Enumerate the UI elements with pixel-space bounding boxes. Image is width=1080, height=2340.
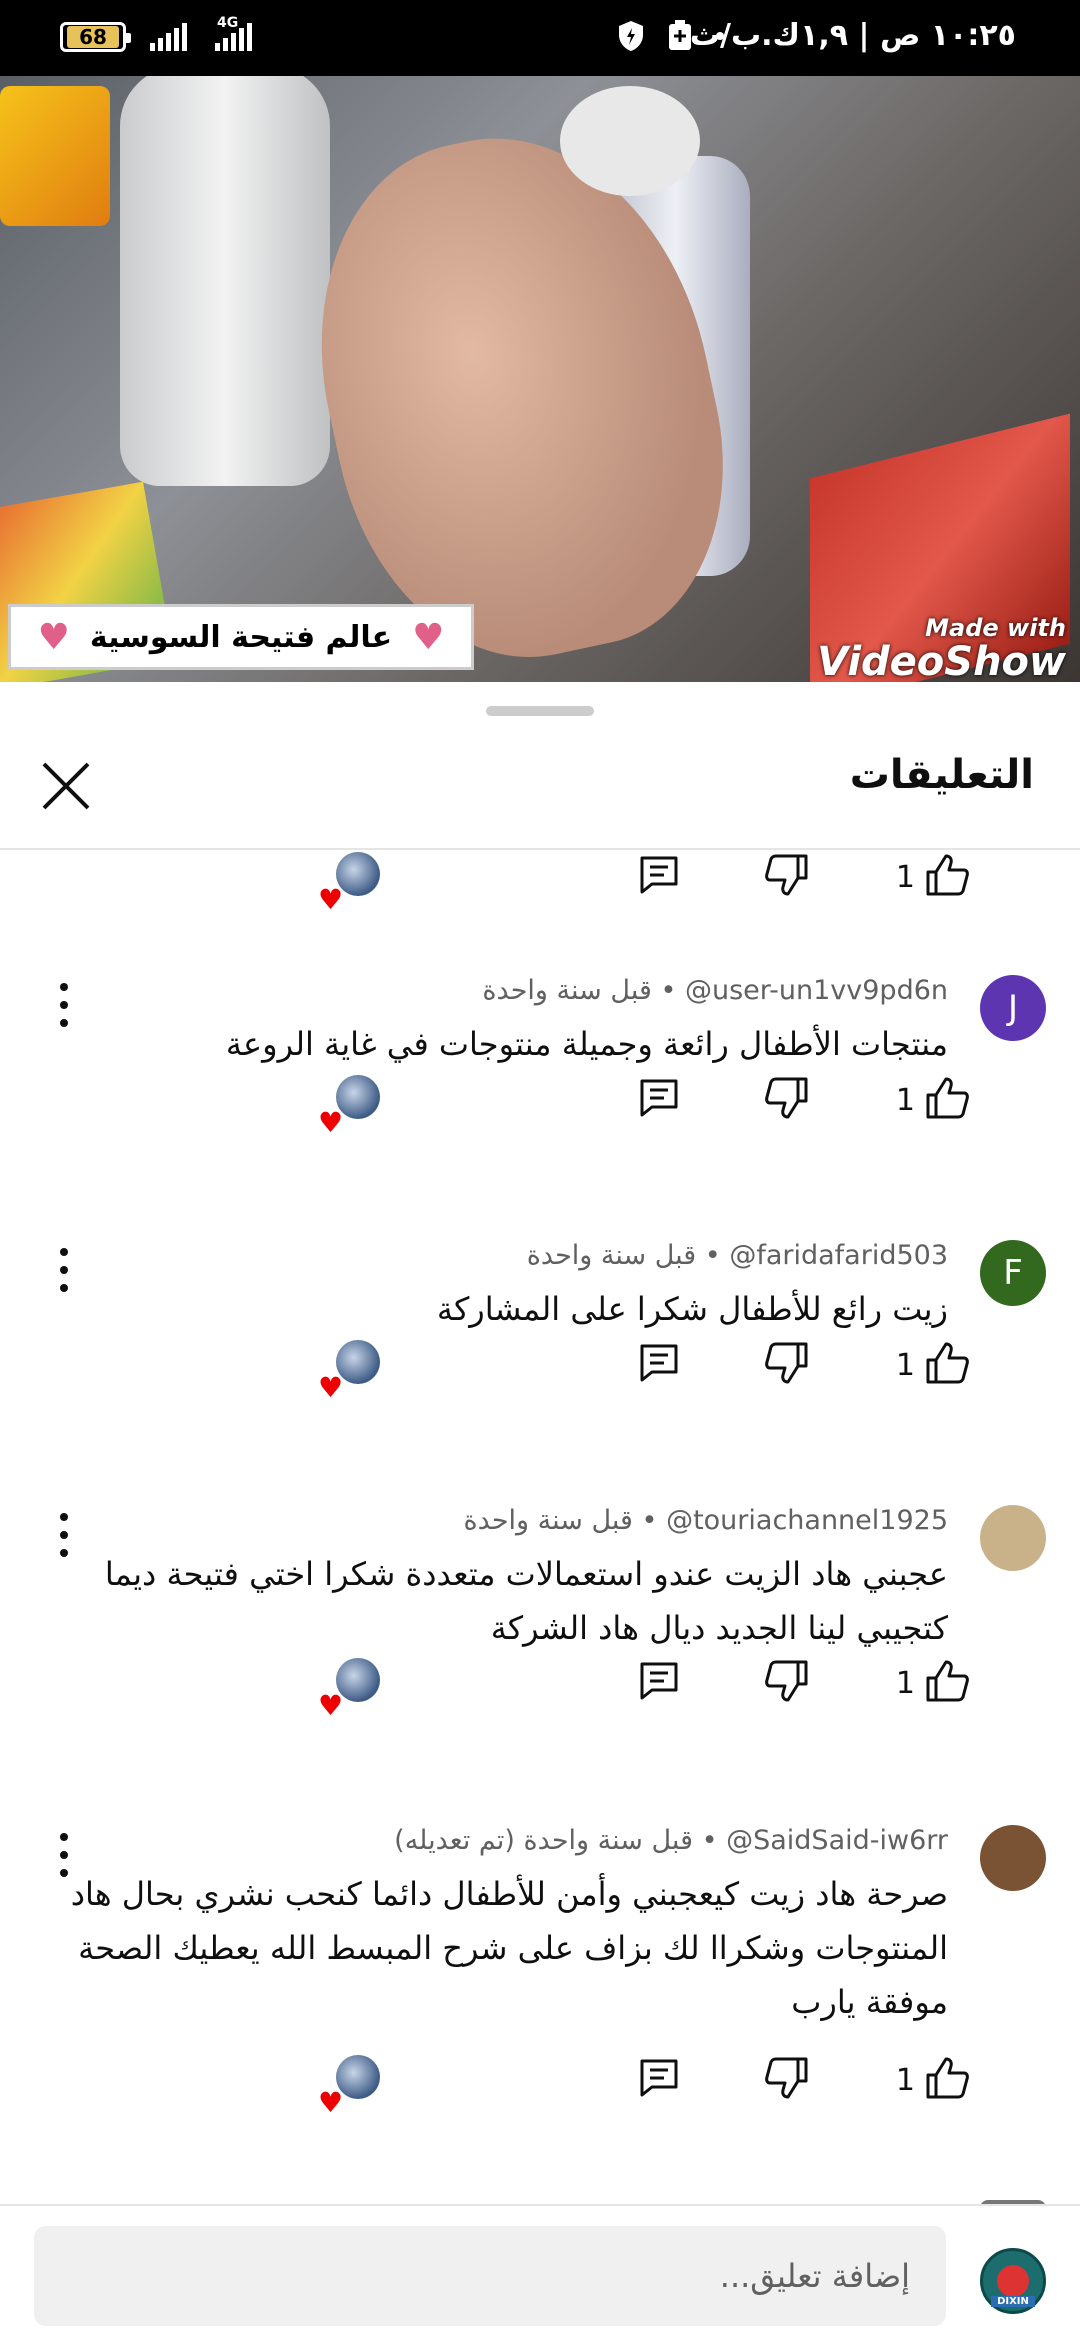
dislike-icon[interactable]: [764, 1658, 810, 1704]
comment-actions: 1 ♥: [0, 852, 1080, 914]
status-left: 68 4G: [60, 15, 252, 52]
like-icon[interactable]: [924, 1658, 970, 1704]
creator-heart-badge: ♥: [318, 1340, 380, 1402]
reply-icon[interactable]: [638, 2057, 680, 2099]
comment-meta: @SaidSaid-iw6rr • قبل سنة واحدة (تم تعدي…: [394, 1825, 948, 1856]
more-options-icon[interactable]: [52, 983, 76, 1027]
creator-heart-badge: ♥: [318, 1075, 380, 1137]
comment-actions: 1 ♥: [0, 2055, 1080, 2117]
creator-heart-badge: ♥: [318, 852, 380, 914]
comment-item: J @user-un1vv9pd6n • قبل سنة واحدة منتجا…: [0, 975, 1080, 1137]
comment-meta: @user-un1vv9pd6n • قبل سنة واحدة: [482, 975, 948, 1006]
video-watermark: Made with VideoShow: [817, 614, 1066, 682]
signal-icon: [150, 23, 187, 51]
dislike-icon[interactable]: [764, 1340, 810, 1386]
status-bar: ١٠:٢٥ ص | ١,٩ك.ب/ث 68 4G: [0, 0, 1080, 76]
comment-time: قبل سنة واحدة: [463, 1505, 633, 1536]
video-scene-bottle: [120, 76, 330, 486]
comments-title: التعليقات: [849, 752, 1034, 798]
video-scene-pack: [0, 86, 110, 226]
heart-icon: ♥: [318, 2086, 344, 2119]
like-count: 1: [895, 1083, 915, 1118]
heart-icon: ♥: [318, 1689, 344, 1722]
like-icon[interactable]: [924, 2055, 970, 2101]
comment-actions: 1 ♥: [0, 1658, 1080, 1720]
dot-icon: [716, 32, 724, 40]
close-icon[interactable]: [36, 756, 96, 816]
avatar[interactable]: J: [980, 975, 1046, 1041]
comment-meta: @faridafarid503 • قبل سنة واحدة: [527, 1240, 948, 1271]
comment-author[interactable]: @user-un1vv9pd6n: [685, 975, 948, 1006]
battery-level: 68: [67, 26, 119, 48]
avatar[interactable]: [980, 1505, 1046, 1571]
battery-icon: 68: [60, 22, 131, 52]
divider: [0, 848, 1080, 850]
reply-icon[interactable]: [638, 1342, 680, 1384]
avatar-label: DIXIN: [991, 2296, 1035, 2307]
dislike-icon[interactable]: [764, 852, 810, 898]
like-icon[interactable]: [924, 1075, 970, 1121]
meta-separator: •: [651, 975, 677, 1006]
comment-text: عجبني هاد الزيت عندو استعمالات متعددة شك…: [104, 1555, 948, 1647]
comment-author[interactable]: @faridafarid503: [729, 1240, 948, 1271]
like-count: 1: [895, 1348, 915, 1383]
reply-icon[interactable]: [638, 1660, 680, 1702]
dislike-icon[interactable]: [764, 2055, 810, 2101]
like-count: 1: [895, 2063, 915, 2098]
comment-text: صرحة هاد زيت كيعجبني وأمن للأطفال دائما …: [70, 1875, 948, 2021]
comment-input[interactable]: [34, 2226, 946, 2326]
comment-text: منتجات الأطفال رائعة وجميلة منتوجات في غ…: [225, 1025, 948, 1063]
meta-separator: •: [693, 1825, 718, 1856]
watermark-line1: Made with: [925, 614, 1066, 642]
status-icons: [617, 20, 725, 52]
heart-icon: ♥: [37, 616, 70, 658]
avatar[interactable]: F: [980, 1240, 1046, 1306]
video-scene-cap: [560, 86, 700, 196]
video-player[interactable]: ♥ عالم فتيحة السوسية ♥ Made with VideoSh…: [0, 76, 1080, 682]
reply-icon[interactable]: [638, 854, 680, 896]
like-icon[interactable]: [924, 852, 970, 898]
reply-icon[interactable]: [638, 1077, 680, 1119]
watermark-line2: VideoShow: [817, 639, 1066, 682]
more-options-icon[interactable]: [52, 1248, 76, 1292]
meta-separator: •: [696, 1240, 721, 1271]
like-icon[interactable]: [924, 1340, 970, 1386]
comment-time: قبل سنة واحدة: [526, 1240, 697, 1271]
avatar-logo: [997, 2265, 1029, 2297]
meta-separator: •: [632, 1505, 658, 1536]
video-caption: ♥ عالم فتيحة السوسية ♥: [8, 604, 474, 670]
comment-author[interactable]: @SaidSaid-iw6rr: [726, 1825, 948, 1856]
more-options-icon[interactable]: [52, 1833, 76, 1877]
comment-time: قبل سنة واحدة: [482, 975, 652, 1006]
signal-4g-icon: 4G: [215, 15, 252, 51]
sim-icon: [669, 20, 691, 50]
comment-composer: DIXIN: [0, 2204, 1080, 2340]
creator-heart-badge: ♥: [318, 2055, 380, 2117]
heart-icon: ♥: [412, 616, 445, 658]
comment-meta: @touriachannel1925 • قبل سنة واحدة: [464, 1505, 949, 1536]
avatar[interactable]: [980, 1825, 1046, 1891]
comment-time: قبل سنة واحدة (تم تعديله): [394, 1825, 693, 1856]
comment-item: @SaidSaid-iw6rr • قبل سنة واحدة (تم تعدي…: [0, 1825, 1080, 2117]
dislike-icon[interactable]: [764, 1075, 810, 1121]
heart-icon: ♥: [318, 1371, 344, 1404]
heart-icon: ♥: [318, 883, 344, 916]
creator-heart-badge: ♥: [318, 1658, 380, 1720]
more-options-icon[interactable]: [52, 1513, 76, 1557]
comment-actions: 1 ♥: [0, 1075, 1080, 1137]
shield-icon: [619, 21, 643, 51]
like-count: 1: [895, 860, 915, 895]
comment-text: زيت رائع للأطفال شكرا على المشاركة: [436, 1290, 948, 1328]
video-caption-text: عالم فتيحة السوسية: [89, 619, 393, 655]
network-label: 4G: [217, 15, 239, 31]
comment-actions: 1 ♥: [0, 1340, 1080, 1402]
comment-author[interactable]: @touriachannel1925: [666, 1505, 948, 1536]
user-avatar[interactable]: DIXIN: [980, 2248, 1046, 2314]
like-count: 1: [895, 1666, 915, 1701]
comment-item: F @faridafarid503 • قبل سنة واحدة زيت را…: [0, 1240, 1080, 1402]
comment-item: @touriachannel1925 • قبل سنة واحدة عجبني…: [0, 1505, 1080, 1720]
drag-handle[interactable]: [486, 706, 594, 716]
status-time: ١٠:٢٥ ص | ١,٩ك.ب/ث: [689, 18, 1016, 53]
heart-icon: ♥: [318, 1106, 344, 1139]
